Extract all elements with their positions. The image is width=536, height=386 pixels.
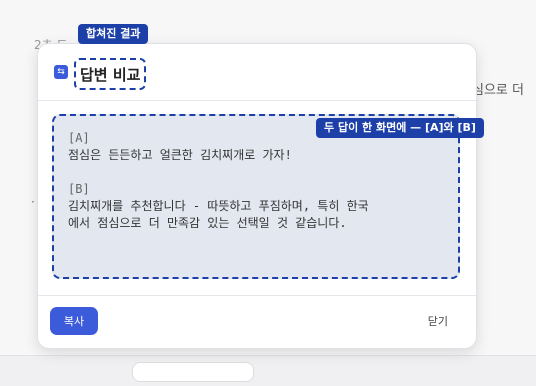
answer-b-text-line1: 김치찌개를 추천합니다 - 따뜻하고 푸짐하며, 특히 한국: [68, 199, 369, 213]
background-input-pill: [132, 362, 254, 382]
answers-comparison-box: [A] 점심은 든든하고 얼큰한 김치찌개로 가자! [B] 김치찌개를 추천합…: [52, 114, 460, 279]
dialog-header: ⇆ 답변 비교: [38, 44, 476, 101]
compare-dialog: ⇆ 답변 비교 [A] 점심은 든든하고 얼큰한 김치찌개로 가자! [B] 김…: [37, 43, 477, 349]
background-text-fragment-right: 심으로 더: [472, 83, 524, 98]
both-answers-label: 두 답이 한 화면에 — [A]와 [B]: [316, 118, 484, 138]
title-highlight: 답변 비교: [74, 58, 147, 90]
answer-b-text-line2: 에서 점심으로 더 만족감 있는 선택일 것 같습니다.: [68, 216, 347, 230]
dialog-title: 답변 비교: [80, 65, 141, 84]
merged-result-label: 합쳐진 결과: [78, 24, 149, 44]
compare-icon: ⇆: [54, 65, 68, 79]
copy-button[interactable]: 복사: [50, 307, 98, 335]
background-input-bar: [0, 355, 536, 386]
dialog-footer: 복사 닫기: [38, 295, 476, 348]
answer-a-text: 점심은 든든하고 얼큰한 김치찌개로 가자!: [68, 148, 292, 162]
close-button[interactable]: 닫기: [422, 307, 454, 335]
answer-b-tag: [B]: [68, 182, 90, 196]
background-bullet: ·: [31, 195, 35, 209]
